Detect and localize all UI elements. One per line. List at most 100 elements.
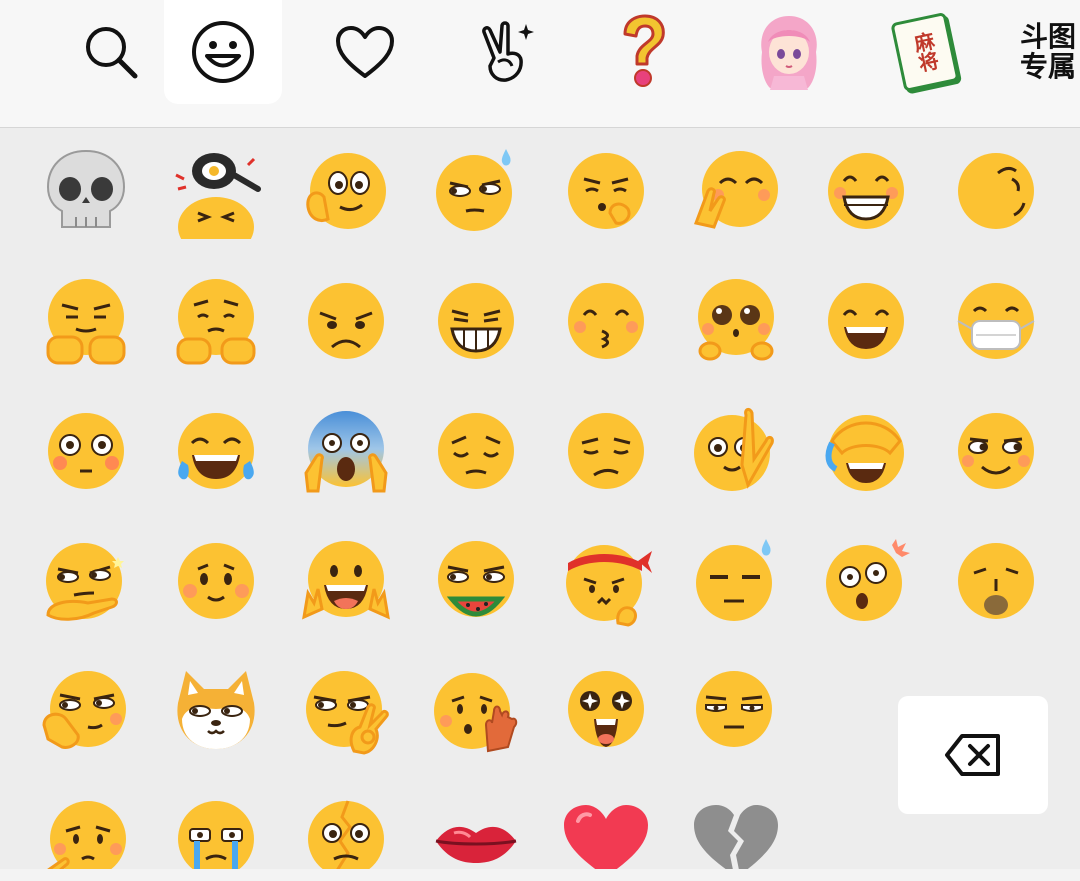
- sad-sigh-icon: [47, 801, 126, 869]
- emoji-hands-over-mouth-laughing[interactable]: [688, 143, 784, 239]
- frying-pan-on-head-icon: [175, 153, 261, 239]
- emoji-frying-pan-on-head[interactable]: [168, 143, 264, 239]
- heart-icon: [336, 26, 394, 78]
- thinking-face-icon: [568, 153, 644, 229]
- tears-of-joy-icon: [178, 413, 254, 489]
- emoji-pleading-hands-face[interactable]: [168, 273, 264, 369]
- tab-dou-zhuan[interactable]: 斗图 专属: [1020, 0, 1080, 104]
- tab-gestures[interactable]: [448, 0, 566, 104]
- facepalm-laughing-icon: [825, 415, 904, 491]
- emoji-grid: [0, 128, 1080, 869]
- tab-mahjong[interactable]: 麻将: [866, 0, 984, 104]
- face-with-mask-icon: [957, 283, 1035, 359]
- emoji-blushing-grin[interactable]: [818, 143, 914, 239]
- keyboard-bottom-strip: [0, 869, 1080, 881]
- hands-over-mouth-laughing-icon: [693, 151, 778, 229]
- excited-hands-up-icon: [302, 541, 390, 620]
- tab-anime-girl[interactable]: [730, 0, 848, 104]
- emoji-smirk-with-hand[interactable]: [38, 533, 134, 629]
- smirking-looking-away-icon: [958, 153, 1034, 229]
- ok-hand-smirk-icon: [306, 671, 389, 755]
- emoji-skull[interactable]: [38, 143, 134, 239]
- skull-icon: [46, 149, 126, 228]
- sweat-expressionless-icon: [696, 539, 772, 621]
- emoji-unamused-face[interactable]: [558, 403, 654, 499]
- emoji-smiling-blush[interactable]: [168, 533, 264, 629]
- emoji-puppy-eyes[interactable]: [688, 273, 784, 369]
- emoji-big-grin-squint[interactable]: [428, 273, 524, 369]
- kissing-smile-icon: [568, 283, 644, 359]
- emoji-broken-face[interactable]: [298, 793, 394, 869]
- beaming-smile-icon: [828, 283, 904, 359]
- emoji-sweat-side-eye[interactable]: [428, 143, 524, 239]
- emoji-shocked-face[interactable]: [818, 533, 914, 629]
- backspace-icon: [945, 734, 1000, 776]
- tab-favorites[interactable]: [306, 0, 424, 104]
- tab-emoji[interactable]: [164, 0, 282, 104]
- tab-search[interactable]: [52, 0, 170, 104]
- emoji-red-heart[interactable]: [558, 793, 654, 869]
- emoji-face-with-mask[interactable]: [948, 273, 1044, 369]
- emoji-pensive-face[interactable]: [428, 403, 524, 499]
- blushing-grin-icon: [828, 153, 904, 229]
- expressionless-stare-icon: [696, 671, 772, 747]
- emoji-screaming-in-fear[interactable]: [298, 403, 394, 499]
- crying-teary-icon: [178, 801, 254, 869]
- emoji-beaming-smile[interactable]: [818, 273, 914, 369]
- emoji-thinking-face[interactable]: [558, 143, 654, 239]
- search-icon: [86, 27, 138, 79]
- eating-watermelon-icon: [438, 541, 514, 617]
- emoji-eating-watermelon[interactable]: [428, 533, 524, 629]
- emoji-broken-heart[interactable]: [688, 793, 784, 869]
- emoji-side-eye-smile[interactable]: [948, 403, 1044, 499]
- red-lips-icon: [435, 826, 517, 863]
- emoji-tears-of-joy[interactable]: [168, 403, 264, 499]
- emoji-flushed-face[interactable]: [38, 403, 134, 499]
- emoji-face-holding-cheek[interactable]: [298, 143, 394, 239]
- side-eye-smile-icon: [958, 413, 1034, 489]
- smiley-icon: [192, 21, 254, 83]
- sticker-category-bar: 麻将 斗图 专属: [0, 0, 1080, 128]
- hand-on-cheek-stare-icon: [694, 407, 774, 491]
- text-sticker-icon: 斗图 专属: [1020, 20, 1077, 83]
- shiba-dog-icon: [177, 671, 255, 749]
- emoji-smirking-looking-away[interactable]: [948, 143, 1044, 239]
- emoji-kissing-smile[interactable]: [558, 273, 654, 369]
- screaming-in-fear-icon: [304, 411, 388, 493]
- smug-hands-under-chin-icon: [46, 279, 126, 365]
- puppy-eyes-icon: [698, 279, 774, 361]
- sad-face-icon: [308, 283, 384, 359]
- anime-girl-icon: [761, 16, 817, 90]
- face-holding-cheek-icon: [306, 153, 386, 229]
- emoji-sad-face[interactable]: [298, 273, 394, 369]
- starstruck-face-icon: [568, 671, 644, 747]
- emoji-whistling-face[interactable]: [948, 533, 1044, 629]
- red-heart-icon: [564, 805, 648, 869]
- emoji-starstruck-face[interactable]: [558, 663, 654, 759]
- emoji-crying-teary[interactable]: [168, 793, 264, 869]
- emoji-smug-hands-under-chin[interactable]: [38, 273, 134, 369]
- emoji-excited-hands-up[interactable]: [298, 533, 394, 629]
- emoji-red-lips[interactable]: [428, 793, 524, 869]
- unamused-face-icon: [568, 413, 644, 489]
- pensive-face-icon: [438, 413, 514, 489]
- mahjong-tile-icon: 麻将: [890, 11, 960, 93]
- emoji-fighting-headband[interactable]: [558, 533, 654, 629]
- tab-question[interactable]: [584, 0, 702, 104]
- emoji-thinking-smirk[interactable]: [38, 663, 134, 759]
- emoji-facepalm-laughing[interactable]: [818, 403, 914, 499]
- emoji-shiba-dog[interactable]: [168, 663, 264, 759]
- emoji-hand-on-cheek-stare[interactable]: [688, 403, 784, 499]
- emoji-expressionless-stare[interactable]: [688, 663, 784, 759]
- delete-key[interactable]: [898, 696, 1048, 814]
- emoji-shy-hand-wave[interactable]: [428, 663, 524, 759]
- emoji-sad-sigh[interactable]: [38, 793, 134, 869]
- fighting-headband-icon: [566, 545, 652, 627]
- smirk-with-hand-icon: [46, 543, 124, 621]
- whistling-face-icon: [958, 543, 1034, 619]
- emoji-sweat-expressionless[interactable]: [688, 533, 784, 629]
- sweat-side-eye-icon: [436, 149, 512, 231]
- smiling-blush-icon: [178, 543, 254, 619]
- emoji-ok-hand-smirk[interactable]: [298, 663, 394, 759]
- broken-heart-icon: [694, 805, 778, 869]
